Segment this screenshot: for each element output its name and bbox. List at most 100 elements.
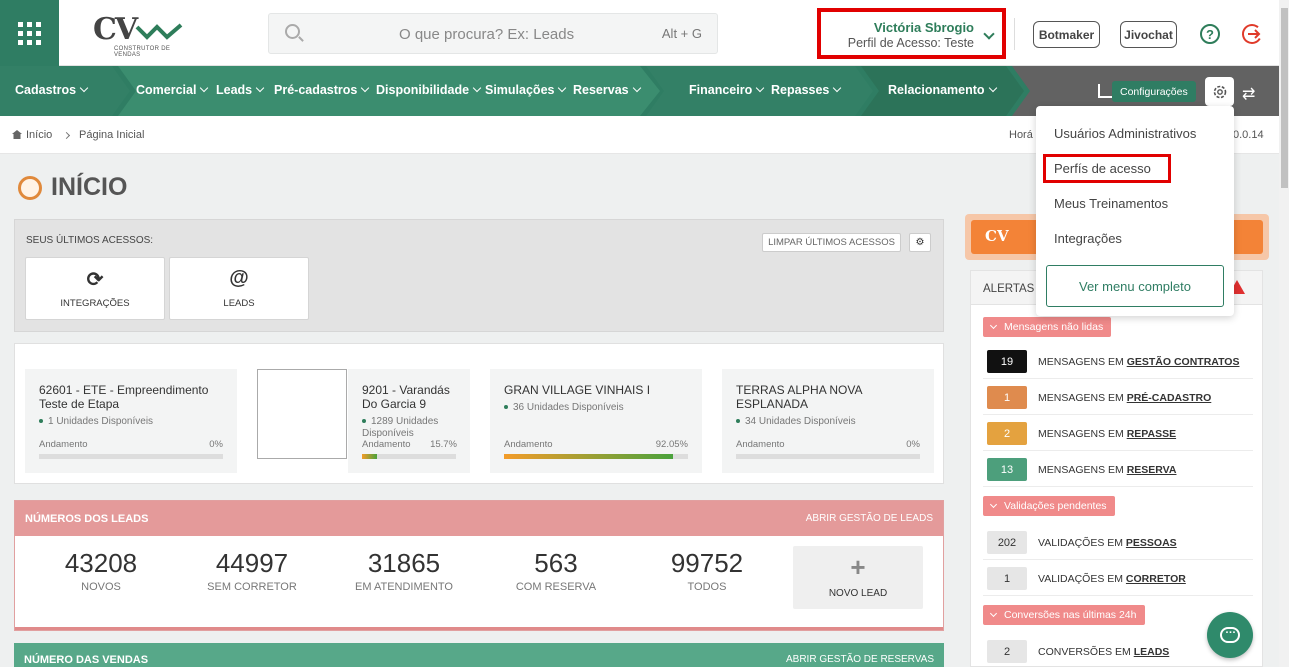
swap-icon[interactable]: ⇄	[1242, 84, 1255, 104]
alert-row[interactable]: 1 VALIDAÇÕES EM CORRETOR	[983, 561, 1253, 596]
tag-pending-validations[interactable]: Validações pendentes	[983, 496, 1115, 516]
menu-meus-treinamentos[interactable]: Meus Treinamentos	[1054, 196, 1168, 211]
search-box[interactable]: Alt + G	[268, 13, 718, 54]
breadcrumb-home[interactable]: Início	[26, 129, 52, 141]
nav-simulacoes[interactable]: Simulações	[485, 83, 567, 97]
nav-pre-cadastros[interactable]: Pré-cadastros	[274, 83, 370, 97]
nav-cadastros[interactable]: Cadastros	[15, 83, 89, 97]
house-coin-icon	[18, 176, 42, 200]
stat-value: 563	[534, 548, 578, 578]
stat-label: SEM CORRETOR	[207, 581, 297, 593]
leads-panel-header: NÚMEROS DOS LEADS ABRIR GESTÃO DE LEADS	[15, 501, 943, 536]
project-progress-label: Andamento	[504, 439, 553, 450]
count-badge: 202	[987, 531, 1027, 554]
botmaker-button[interactable]: Botmaker	[1033, 21, 1100, 48]
menu-usuarios-administrativos[interactable]: Usuários Administrativos	[1054, 126, 1196, 141]
jivochat-button[interactable]: Jivochat	[1120, 21, 1177, 48]
top-header: CV CONSTRUTOR DE VENDAS Alt + G Victória…	[0, 0, 1279, 66]
stat-todos[interactable]: 99752 TODOS	[632, 548, 782, 593]
stat-em-atendimento[interactable]: 31865 EM ATENDIMENTO	[329, 548, 479, 593]
nav-reservas[interactable]: Reservas	[573, 83, 641, 97]
stat-sem-corretor[interactable]: 44997 SEM CORRETOR	[177, 548, 327, 593]
alert-link[interactable]: CORRETOR	[1126, 573, 1186, 585]
alert-row[interactable]: 13 MENSAGENS EM RESERVA	[983, 452, 1253, 487]
alert-text: MENSAGENS EM GESTÃO CONTRATOS	[1038, 356, 1240, 368]
projects-panel: 62601 - ETE - Empreendimento Teste de Et…	[14, 343, 944, 484]
recent-item-integracoes[interactable]: ⟳ INTEGRAÇÕES	[25, 257, 165, 320]
logo[interactable]: CV CONSTRUTOR DE VENDAS	[90, 12, 190, 58]
chevron-down-icon	[833, 83, 842, 93]
stat-value: 31865	[367, 548, 441, 578]
alert-link[interactable]: PRÉ-CADASTRO	[1127, 392, 1212, 404]
full-menu-button[interactable]: Ver menu completo	[1046, 265, 1224, 307]
project-progress-bar	[504, 454, 688, 459]
count-badge: 2	[987, 640, 1027, 663]
alert-row[interactable]: 2 MENSAGENS EM REPASSE	[983, 416, 1253, 451]
chat-icon	[1220, 624, 1240, 643]
help-icon[interactable]: ?	[1200, 24, 1220, 44]
project-progress-pct: 0%	[906, 439, 920, 450]
nav-disponibilidade[interactable]: Disponibilidade	[376, 83, 482, 97]
alert-row[interactable]: 1 MENSAGENS EM PRÉ-CADASTRO	[983, 380, 1253, 415]
clear-recent-button[interactable]: LIMPAR ÚLTIMOS ACESSOS	[762, 233, 901, 252]
alert-link[interactable]: LEADS	[1134, 646, 1170, 658]
alert-link[interactable]: GESTÃO CONTRATOS	[1127, 356, 1240, 368]
project-name: 62601 - ETE - Empreendimento Teste de Et…	[39, 383, 209, 411]
user-name: Victória Sbrogio	[873, 20, 974, 35]
chevron-down-icon	[989, 321, 998, 329]
search-icon	[285, 24, 300, 39]
config-dropdown: Usuários Administrativos Perfís de acess…	[1036, 106, 1234, 316]
progress-fill	[504, 454, 674, 459]
sales-panel-header: NÚMERO DAS VENDAS ABRIR GESTÃO DE RESERV…	[14, 643, 944, 667]
alert-link[interactable]: PESSOAS	[1126, 537, 1177, 549]
recent-item-label: LEADS	[223, 298, 255, 309]
stat-label: NOVOS	[81, 581, 121, 593]
recent-settings-button[interactable]: ⚙	[909, 233, 931, 252]
new-lead-label: NOVO LEAD	[828, 588, 888, 599]
gear-icon: ⚙	[915, 237, 925, 248]
chevron-down-icon	[472, 83, 482, 93]
new-lead-button[interactable]: + NOVO LEAD	[793, 546, 923, 609]
stat-value: 99752	[670, 548, 744, 578]
project-card[interactable]: TERRAS ALPHA NOVA ESPLANADA 34 Unidades …	[722, 369, 934, 473]
chevron-down-icon	[255, 83, 265, 93]
nav-financeiro[interactable]: Financeiro	[689, 83, 765, 97]
project-card[interactable]: GRAN VILLAGE VINHAIS I 36 Unidades Dispo…	[490, 369, 702, 473]
project-progress-bar	[39, 454, 223, 459]
project-progress-bar	[362, 454, 456, 459]
config-tooltip: Configurações	[1112, 81, 1196, 102]
recent-access-label: SEUS ÚLTIMOS ACESSOS:	[26, 235, 154, 246]
logo-subtitle: CONSTRUTOR DE VENDAS	[114, 46, 171, 58]
menu-integracoes[interactable]: Integrações	[1054, 231, 1122, 246]
alert-row[interactable]: 19 MENSAGENS EM GESTÃO CONTRATOS	[983, 344, 1253, 379]
search-input[interactable]	[399, 26, 619, 43]
tag-conversions[interactable]: Conversões nas últimas 24h	[983, 605, 1145, 625]
chat-button[interactable]	[1207, 612, 1253, 658]
chevron-down-icon	[361, 83, 370, 93]
stat-value: 44997	[215, 548, 289, 578]
project-card[interactable]: 9201 - Varandás Do Garcia 9 1289 Unidade…	[348, 369, 470, 473]
scrollbar-thumb[interactable]	[1281, 8, 1288, 188]
open-reservas-link[interactable]: ABRIR GESTÃO DE RESERVAS	[786, 654, 934, 665]
alert-link[interactable]: REPASSE	[1127, 428, 1176, 440]
chart-icon[interactable]	[1098, 84, 1112, 98]
nav-comercial[interactable]: Comercial	[136, 83, 209, 97]
nav-relacionamento[interactable]: Relacionamento	[888, 83, 997, 97]
user-menu[interactable]: Victória Sbrogio Perfil de Acesso: Teste	[817, 8, 1006, 59]
recent-item-leads[interactable]: @ LEADS	[169, 257, 309, 320]
stat-novos[interactable]: 43208 NOVOS	[26, 548, 176, 593]
stat-com-reserva[interactable]: 563 COM RESERVA	[481, 548, 631, 593]
alert-link[interactable]: RESERVA	[1127, 464, 1177, 476]
nav-leads[interactable]: Leads	[216, 83, 265, 97]
logout-icon[interactable]	[1241, 23, 1263, 45]
settings-button[interactable]	[1205, 77, 1234, 106]
project-card[interactable]: 62601 - ETE - Empreendimento Teste de Et…	[25, 369, 237, 473]
tag-unread-messages[interactable]: Mensagens não lidas	[983, 317, 1112, 337]
project-progress-label: Andamento	[362, 439, 411, 450]
alert-row[interactable]: 202 VALIDAÇÕES EM PESSOAS	[983, 525, 1253, 560]
nav-repasses[interactable]: Repasses	[771, 83, 842, 97]
open-leads-link[interactable]: ABRIR GESTÃO DE LEADS	[806, 513, 933, 524]
refresh-icon: ⟳	[86, 269, 104, 291]
highlight-box	[1043, 154, 1171, 183]
apps-menu-button[interactable]	[0, 0, 59, 66]
